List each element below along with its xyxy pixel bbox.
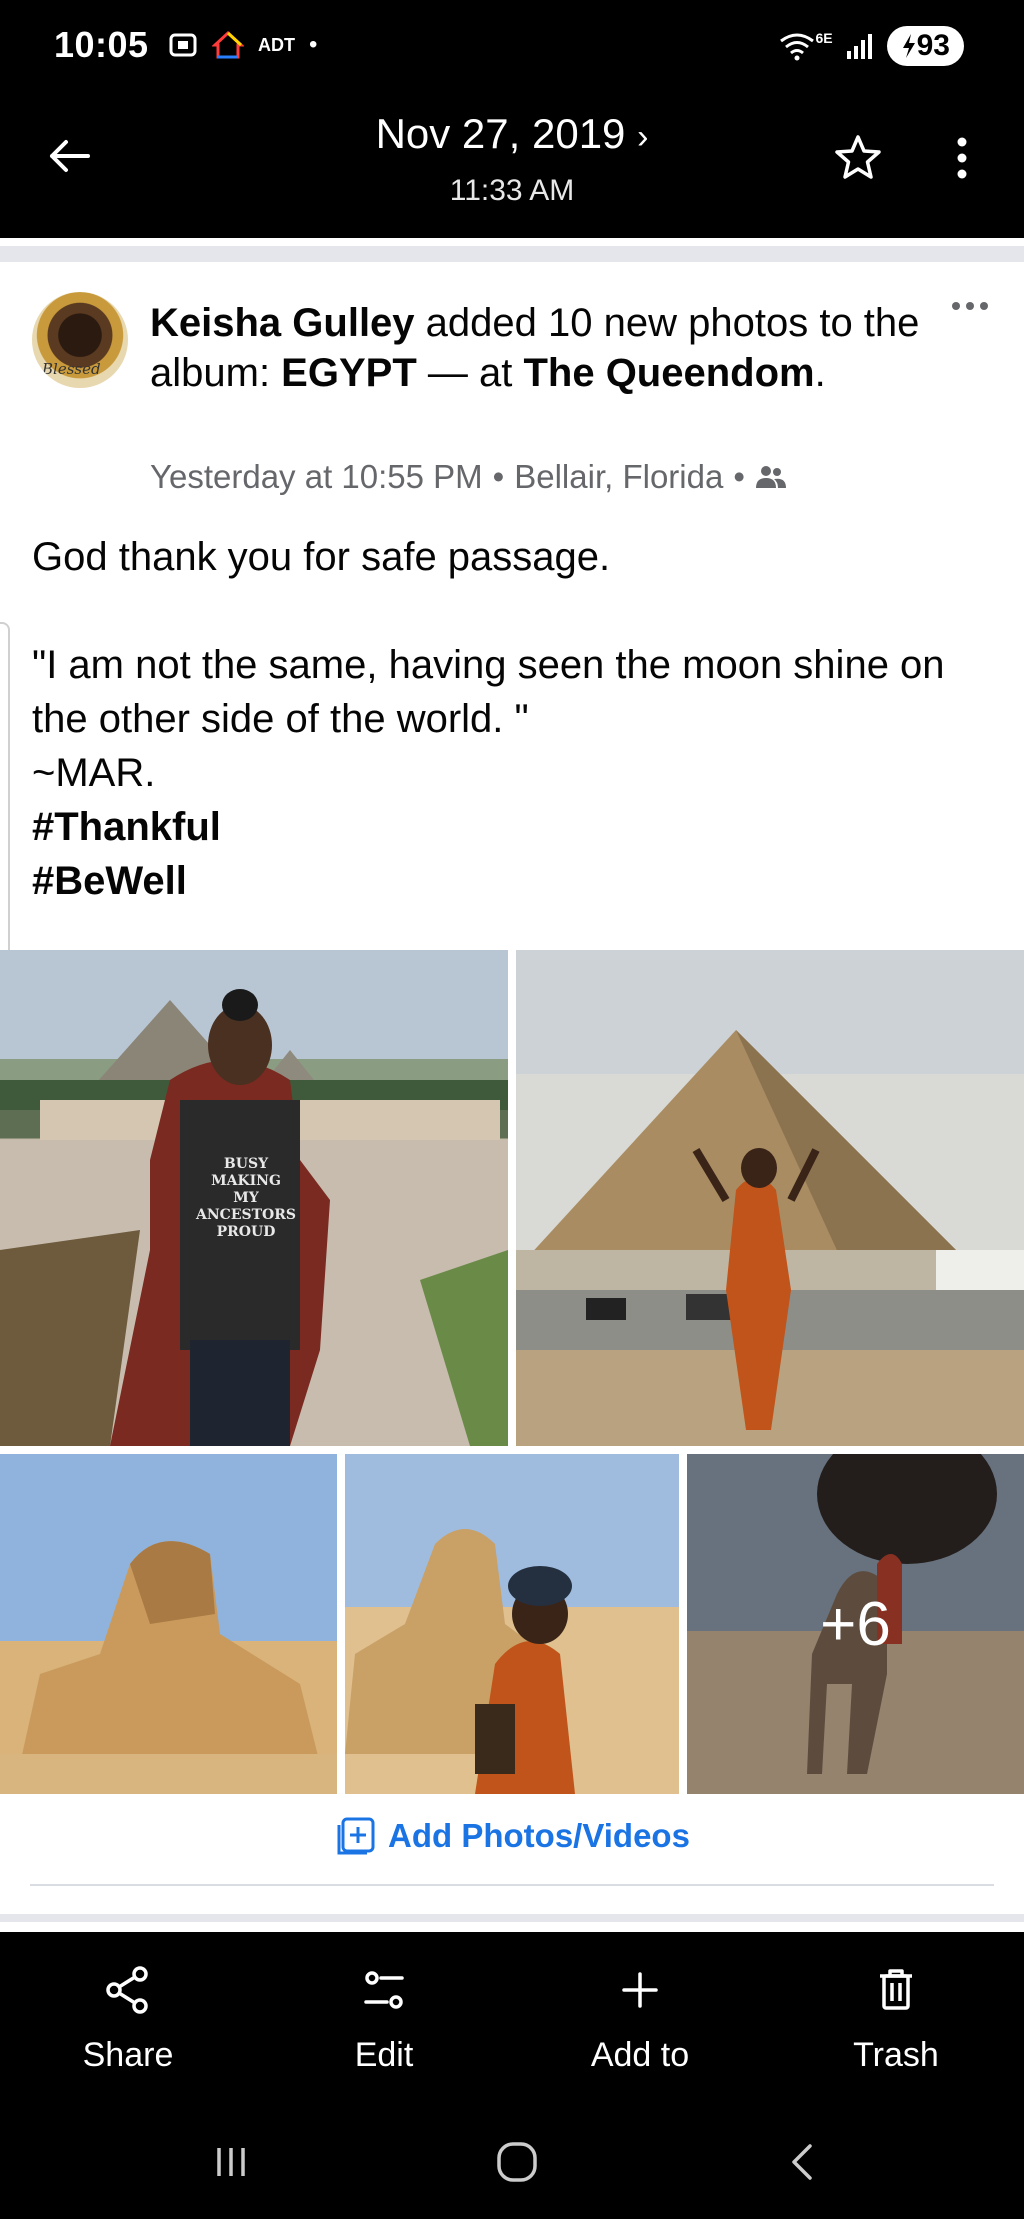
edit-icon (364, 1971, 404, 2009)
post-photo-4 (345, 1454, 679, 1794)
status-system: 6E 93 (778, 26, 964, 66)
post-photo-2 (516, 950, 1024, 1446)
photo-content: Blessed Keisha Gulley added 10 new photo… (0, 238, 1024, 1932)
hashtag: #Thankful (32, 805, 221, 849)
album-name: EGYPT (281, 351, 417, 395)
post-line: ~MAR. (32, 751, 156, 795)
share-label: Share (82, 2036, 174, 2074)
trash-label: Trash (853, 2036, 939, 2074)
recent-apps-icon[interactable] (207, 2138, 255, 2186)
edit-button[interactable]: Edit (256, 1932, 512, 2102)
post-time: Yesterday at 10:55 PM (150, 458, 483, 495)
status-notifications: ADT • (168, 30, 317, 60)
trash-icon (880, 1969, 912, 2010)
post-title: Keisha Gulley added 10 new photos to the… (150, 298, 940, 398)
home-icon[interactable] (493, 2138, 541, 2186)
status-time: 10:05 (54, 24, 149, 65)
screenshot-icon (169, 33, 197, 57)
back-icon[interactable] (780, 2138, 828, 2186)
favorite-star-icon[interactable] (832, 132, 884, 184)
add-photo-icon (337, 1817, 375, 1855)
battery-level: 93 (916, 29, 950, 62)
hashtag: #BeWell (32, 859, 187, 903)
add-photos-button[interactable]: Add Photos/Videos (0, 1814, 1024, 1858)
edit-label: Edit (354, 2036, 414, 2074)
chevron-right-icon: › (637, 118, 649, 156)
divider (0, 1914, 1024, 1922)
network-type: 6E (815, 30, 833, 46)
more-options-icon[interactable] (940, 132, 984, 184)
meta-separator: • (733, 458, 745, 495)
dot-indicator: • (309, 31, 318, 58)
action-bar: Share Edit Add to Trash (0, 1932, 1024, 2102)
title-period: . (814, 351, 826, 395)
add-to-button[interactable]: Add to (512, 1932, 768, 2102)
top-bar: Nov 27, 2019 › 11:33 AM (0, 96, 1024, 238)
edge-panel-handle[interactable] (0, 622, 10, 982)
add-to-label: Add to (590, 2036, 690, 2074)
post-more-icon (952, 302, 988, 310)
place-name: The Queendom (523, 351, 815, 395)
add-photos-label: Add Photos/Videos (388, 1817, 690, 1854)
share-button[interactable]: Share (0, 1932, 256, 2102)
signal-icon (846, 34, 872, 59)
battery-indicator: 93 (886, 26, 964, 66)
post-body: God thank you for safe passage. "I am no… (32, 530, 992, 908)
friends-audience-icon (755, 466, 786, 488)
divider (30, 1884, 994, 1886)
post-photo-1: BUSY MAKING MY ANCESTORS PROUD (0, 950, 508, 1446)
avatar: Blessed (32, 292, 128, 388)
avatar-caption: Blessed (42, 360, 101, 378)
post-line: God thank you for safe passage. (32, 535, 611, 579)
shirt-text: BUSY MAKING MY ANCESTORS PROUD (196, 1156, 296, 1240)
divider (0, 246, 1024, 262)
post-line (32, 584, 992, 638)
status-bar: 10:05 ADT • 6E 93 (0, 0, 1024, 96)
share-icon (106, 1966, 148, 2014)
post-meta: Yesterday at 10:55 PM • Bellair, Florida… (150, 458, 787, 496)
at-text: — at (416, 351, 524, 395)
author-name: Keisha Gulley (150, 301, 415, 345)
adt-home-icon (212, 30, 244, 59)
post-photo-3 (0, 1454, 337, 1794)
more-photos-count: +6 (687, 1454, 1024, 1794)
meta-separator: • (492, 458, 505, 495)
charging-icon (902, 34, 915, 58)
post-line: "I am not the same, having seen the moon… (32, 643, 945, 741)
post-location: Bellair, Florida (514, 458, 724, 495)
trash-button[interactable]: Trash (768, 1932, 1024, 2102)
adt-label: ADT (258, 34, 295, 55)
wifi-icon (779, 33, 814, 61)
post-photo-5[interactable]: +6 (687, 1454, 1024, 1794)
system-nav-bar (0, 2102, 1024, 2219)
plus-icon (622, 1972, 658, 2008)
photo-date: Nov 27, 2019 (375, 110, 626, 157)
